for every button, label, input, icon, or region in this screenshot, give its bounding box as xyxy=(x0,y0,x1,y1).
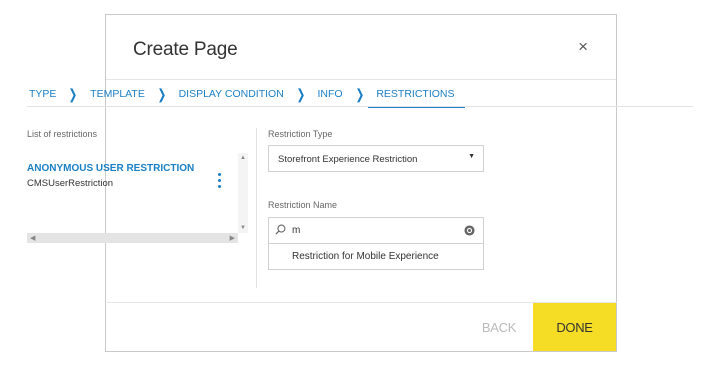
horizontal-scrollbar[interactable]: ◀ ▶ xyxy=(27,233,238,243)
search-result-item[interactable]: Restriction for Mobile Experience xyxy=(268,244,484,270)
restrictions-list: ANONYMOUS USER RESTRICTION CMSUserRestri… xyxy=(27,153,248,245)
wizard-step-info[interactable]: INFO xyxy=(316,88,345,100)
dialog-header: Create Page × xyxy=(106,15,616,80)
restriction-type-value: Storefront Experience Restriction xyxy=(278,154,418,165)
restriction-name-search[interactable] xyxy=(268,217,484,244)
wizard-step-display-condition[interactable]: DISPLAY CONDITION xyxy=(177,88,286,100)
chevron-right-icon: ❯ xyxy=(355,85,364,102)
chevron-right-icon: ❯ xyxy=(157,85,167,102)
chevron-right-icon: ❯ xyxy=(68,85,78,102)
wizard-step-type[interactable]: TYPE xyxy=(27,88,58,100)
wizard-divider xyxy=(27,106,693,107)
restriction-type-select[interactable]: Storefront Experience Restriction ▼ xyxy=(268,145,484,172)
search-icon xyxy=(275,224,286,235)
scroll-left-icon[interactable]: ◀ xyxy=(30,234,35,242)
restriction-item-type: CMSUserRestriction xyxy=(27,178,114,189)
close-icon[interactable]: × xyxy=(578,37,588,57)
chevron-right-icon: ❯ xyxy=(296,85,306,102)
dialog-title: Create Page xyxy=(133,39,238,60)
wizard-steps: TYPE ❯ TEMPLATE ❯ DISPLAY CONDITION ❯ IN… xyxy=(27,83,465,108)
scroll-right-icon[interactable]: ▶ xyxy=(230,234,235,242)
wizard-step-template[interactable]: TEMPLATE xyxy=(88,88,147,100)
scroll-down-icon[interactable]: ▼ xyxy=(240,225,246,231)
more-options-icon[interactable] xyxy=(217,173,223,191)
vertical-scrollbar[interactable]: ▲ ▼ xyxy=(238,153,248,233)
wizard-step-restrictions[interactable]: RESTRICTIONS xyxy=(368,88,465,108)
restriction-name-label: Restriction Name xyxy=(268,200,338,210)
scroll-up-icon[interactable]: ▲ xyxy=(240,155,246,161)
clear-icon[interactable] xyxy=(464,225,475,236)
column-divider xyxy=(256,128,257,288)
restriction-item-name: ANONYMOUS USER RESTRICTION xyxy=(27,163,195,174)
caret-down-icon: ▼ xyxy=(468,153,475,160)
restriction-name-input[interactable] xyxy=(292,225,452,236)
restriction-type-label: Restriction Type xyxy=(268,129,333,139)
restrictions-list-label: List of restrictions xyxy=(27,129,98,139)
